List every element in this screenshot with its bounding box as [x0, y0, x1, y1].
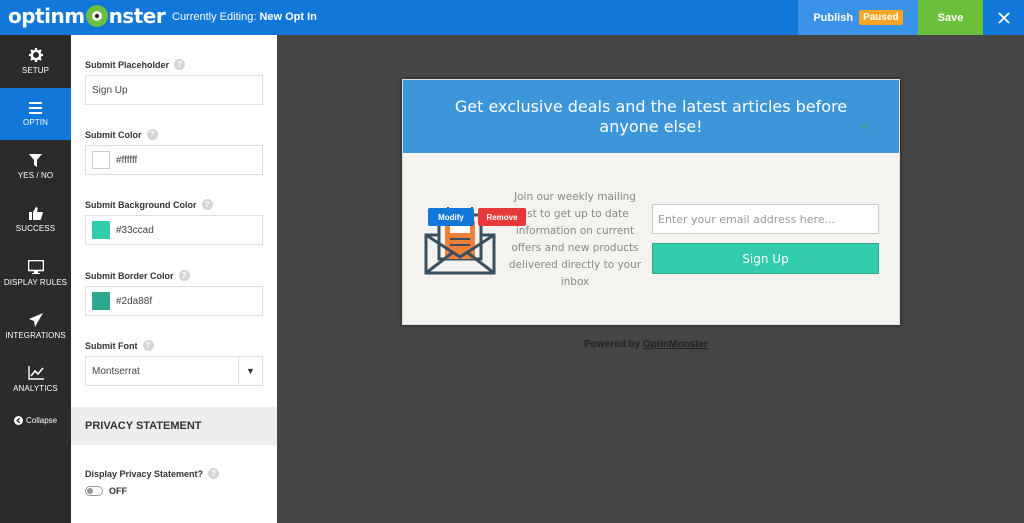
email-input[interactable] [652, 204, 879, 234]
nav-label-success: SUCCESS [15, 224, 56, 233]
submit-border-color-input[interactable]: #2da88f [85, 286, 263, 316]
submit-bg-color-value: #33ccad [116, 224, 154, 236]
help-icon[interactable]: ? [142, 340, 154, 351]
optinmonster-link[interactable]: OptinMonster [643, 339, 708, 350]
close-icon [997, 11, 1010, 24]
optin-header[interactable]: Get exclusive deals and the latest artic… [403, 80, 899, 153]
privacy-toggle[interactable]: OFF [85, 486, 127, 496]
modify-button[interactable]: Modify [428, 208, 474, 226]
nav-item-optin[interactable]: OPTIN [0, 88, 71, 140]
submit-font-label-text: Submit Font [85, 340, 138, 351]
collapse-label: Collapse [26, 416, 58, 425]
settings-panel: Submit Placeholder ? Submit Color ? #fff… [71, 35, 277, 523]
nav-label-display-rules: DISPLAY RULES [3, 277, 68, 287]
monster-eye-icon [85, 5, 108, 27]
collapse-button[interactable]: Collapse [14, 416, 57, 425]
submit-color-input[interactable]: #ffffff [85, 145, 263, 175]
publish-label: Publish [813, 11, 854, 24]
thumbs-up-icon [28, 207, 43, 220]
line-chart-icon [27, 365, 44, 380]
signup-button[interactable]: Sign Up [652, 243, 879, 274]
display-privacy-label-text: Display Privacy Statement? [85, 468, 204, 479]
optin-headline[interactable]: Get exclusive deals and the latest artic… [431, 97, 871, 137]
display-privacy-label: Display Privacy Statement? ? [85, 468, 220, 479]
logo-text-start: optinm [8, 4, 85, 28]
remove-button[interactable]: Remove [478, 208, 526, 226]
help-icon[interactable]: ? [201, 199, 213, 210]
left-nav: SETUP OPTIN YES / NO SUCCESS DISPLAY RUL… [0, 35, 71, 523]
optinmonster-logo[interactable]: optinm nster [8, 4, 166, 28]
status-badge: Paused [859, 10, 903, 25]
nav-item-success[interactable]: SUCCESS [0, 194, 71, 246]
submit-border-color-label-text: Submit Border Color [85, 270, 174, 281]
nav-label-integrations: INTEGRATIONS [5, 330, 66, 340]
submit-color-value: #ffffff [116, 154, 138, 166]
dropdown-arrow-icon[interactable]: ▼ [238, 357, 262, 385]
submit-font-label: Submit Font ? [85, 340, 154, 351]
nav-item-yes-no[interactable]: YES / NO [0, 141, 71, 193]
submit-font-value: Montserrat [92, 365, 140, 377]
submit-color-label: Submit Color ? [85, 129, 158, 140]
nav-item-analytics[interactable]: ANALYTICS [0, 353, 71, 405]
help-icon[interactable]: ? [178, 270, 190, 281]
nav-label-setup: SETUP [21, 65, 50, 75]
submit-font-select[interactable]: Montserrat ▼ [85, 356, 263, 386]
color-swatch[interactable] [92, 221, 110, 239]
color-swatch[interactable] [92, 292, 110, 310]
color-swatch[interactable] [92, 151, 110, 169]
submit-bg-color-input[interactable]: #33ccad [85, 215, 263, 245]
submit-placeholder-field[interactable] [92, 84, 262, 96]
submit-placeholder-label-text: Submit Placeholder [85, 59, 170, 70]
submit-placeholder-input[interactable] [85, 75, 263, 105]
toggle-switch[interactable] [85, 486, 103, 496]
nav-label-yes-no: YES / NO [17, 171, 54, 180]
close-button[interactable] [983, 0, 1024, 35]
submit-color-label-text: Submit Color [85, 129, 142, 140]
logo-text-end: nster [108, 4, 166, 28]
submit-border-color-label: Submit Border Color ? [85, 270, 190, 281]
filter-icon [29, 154, 42, 167]
preview-canvas: Get exclusive deals and the latest artic… [277, 35, 1024, 523]
publish-button[interactable]: Publish Paused [798, 0, 918, 35]
currently-editing: Currently Editing: New Opt In [172, 11, 317, 23]
toggle-state: OFF [109, 486, 127, 496]
nav-item-setup[interactable]: SETUP [0, 35, 71, 87]
arrow-left-circle-icon [14, 416, 23, 425]
hamburger-icon [29, 101, 42, 114]
powered-by: Powered by OptinMonster [584, 339, 708, 350]
optin-description[interactable]: Join our weekly mailing list to get up t… [505, 189, 645, 291]
help-icon[interactable]: ? [174, 59, 186, 70]
monitor-icon [27, 259, 44, 274]
submit-bg-color-label-text: Submit Background Color [85, 199, 197, 210]
optin-preview[interactable]: Get exclusive deals and the latest artic… [402, 79, 900, 325]
paper-plane-icon [28, 312, 43, 327]
top-bar: optinm nster Currently Editing: New Opt … [0, 0, 1024, 35]
gear-icon [28, 47, 43, 62]
save-button[interactable]: Save [918, 0, 983, 35]
help-icon[interactable]: ? [208, 468, 220, 479]
help-icon[interactable]: ? [146, 129, 158, 140]
submit-placeholder-label: Submit Placeholder ? [85, 59, 186, 70]
nav-label-analytics: ANALYTICS [13, 383, 58, 393]
marker-dot [862, 124, 867, 129]
nav-label-optin: OPTIN [23, 117, 48, 127]
submit-border-color-value: #2da88f [116, 295, 153, 307]
nav-item-integrations[interactable]: INTEGRATIONS [0, 300, 71, 352]
email-field[interactable] [658, 212, 878, 226]
nav-item-display-rules[interactable]: DISPLAY RULES [0, 247, 71, 299]
submit-bg-color-label: Submit Background Color ? [85, 199, 213, 210]
privacy-section-header[interactable]: PRIVACY STATEMENT [71, 407, 277, 445]
editing-prefix: Currently Editing: [172, 11, 257, 23]
campaign-name: New Opt In [259, 11, 317, 23]
powered-prefix: Powered by [584, 339, 641, 350]
